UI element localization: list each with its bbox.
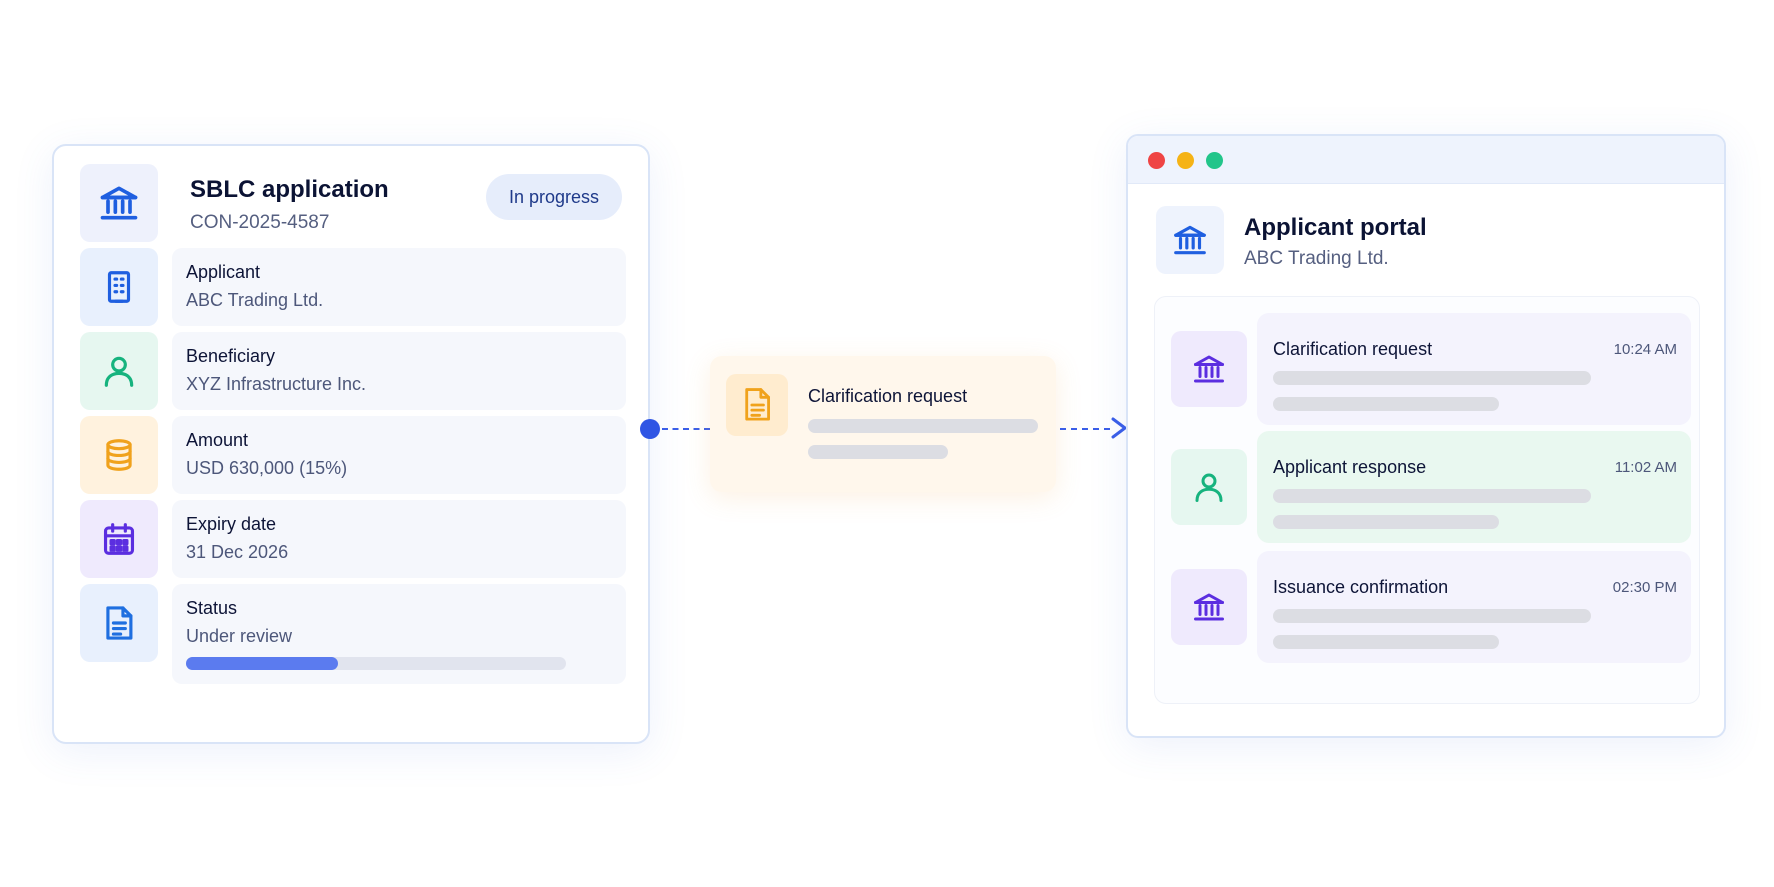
placeholder-line bbox=[1273, 635, 1499, 649]
progress-bar bbox=[186, 657, 566, 670]
progress-fill bbox=[186, 657, 338, 670]
document-icon bbox=[726, 374, 788, 436]
placeholder-line bbox=[808, 445, 948, 459]
field-label: Status bbox=[186, 598, 238, 618]
connector-line-left bbox=[662, 428, 710, 430]
field-label: Beneficiary bbox=[186, 346, 276, 366]
connector-line-right bbox=[1060, 428, 1110, 430]
event-box: Applicant response 11:02 AM bbox=[1257, 431, 1691, 543]
field-label: Expiry date bbox=[186, 514, 277, 534]
field-box: Applicant ABC Trading Ltd. bbox=[172, 248, 626, 326]
placeholder-line bbox=[808, 419, 1038, 433]
field-value: XYZ Infrastructure Inc. bbox=[186, 374, 367, 394]
field-box: Status Under review bbox=[172, 584, 626, 684]
portal-subtitle: ABC Trading Ltd. bbox=[1244, 248, 1389, 269]
event-time: 10:24 AM bbox=[1613, 341, 1677, 358]
window-titlebar bbox=[1128, 136, 1724, 184]
message-title: Clarification request bbox=[808, 386, 968, 406]
field-box: Amount USD 630,000 (15%) bbox=[172, 416, 626, 494]
bank-icon bbox=[1171, 331, 1247, 407]
clarification-message-card[interactable]: Clarification request bbox=[710, 356, 1056, 492]
close-window-button[interactable] bbox=[1148, 152, 1165, 169]
events-panel: Clarification request 10:24 AM Applicant… bbox=[1154, 296, 1700, 704]
placeholder-line bbox=[1273, 489, 1591, 503]
field-value: 31 Dec 2026 bbox=[186, 542, 289, 562]
event-title: Issuance confirmation bbox=[1273, 577, 1449, 597]
field-row-status: Status Under review bbox=[80, 584, 626, 684]
field-row-beneficiary: Beneficiary XYZ Infrastructure Inc. bbox=[80, 332, 626, 410]
coins-icon bbox=[80, 416, 158, 494]
building-icon bbox=[80, 248, 158, 326]
event-item[interactable]: Issuance confirmation 02:30 PM bbox=[1171, 551, 1691, 663]
field-row-amount: Amount USD 630,000 (15%) bbox=[80, 416, 626, 494]
placeholder-line bbox=[1273, 371, 1591, 385]
document-icon bbox=[80, 584, 158, 662]
portal-title: Applicant portal bbox=[1244, 214, 1427, 241]
placeholder-line bbox=[1273, 609, 1591, 623]
event-title: Clarification request bbox=[1273, 339, 1433, 359]
field-label: Applicant bbox=[186, 262, 261, 282]
event-box: Clarification request 10:24 AM bbox=[1257, 313, 1691, 425]
event-time: 02:30 PM bbox=[1612, 579, 1677, 596]
bank-icon bbox=[1171, 569, 1247, 645]
maximize-window-button[interactable] bbox=[1206, 152, 1223, 169]
connector-start-dot bbox=[640, 419, 660, 439]
person-icon bbox=[80, 332, 158, 410]
person-icon bbox=[1171, 449, 1247, 525]
application-reference: CON-2025-4587 bbox=[190, 212, 330, 233]
bank-icon bbox=[1156, 206, 1224, 274]
field-row-expiry-date: Expiry date 31 Dec 2026 bbox=[80, 500, 626, 578]
applicant-portal-window: Applicant portal ABC Trading Ltd. Clarif… bbox=[1126, 134, 1726, 738]
field-value: USD 630,000 (15%) bbox=[186, 458, 348, 478]
field-value: Under review bbox=[186, 626, 293, 646]
minimize-window-button[interactable] bbox=[1177, 152, 1194, 169]
status-badge: In progress bbox=[486, 174, 622, 220]
event-box: Issuance confirmation 02:30 PM bbox=[1257, 551, 1691, 663]
calendar-icon bbox=[80, 500, 158, 578]
application-title: SBLC application bbox=[190, 176, 389, 203]
event-item[interactable]: Applicant response 11:02 AM bbox=[1171, 431, 1691, 543]
placeholder-line bbox=[1273, 397, 1499, 411]
placeholder-line bbox=[1273, 515, 1499, 529]
event-item[interactable]: Clarification request 10:24 AM bbox=[1171, 313, 1691, 425]
event-time: 11:02 AM bbox=[1614, 459, 1677, 476]
field-value: ABC Trading Ltd. bbox=[186, 290, 324, 310]
bank-icon bbox=[80, 164, 158, 242]
sblc-application-card: SBLC application CON-2025-4587 In progre… bbox=[52, 144, 650, 744]
field-box: Expiry date 31 Dec 2026 bbox=[172, 500, 626, 578]
field-label: Amount bbox=[186, 430, 249, 450]
application-header: SBLC application CON-2025-4587 In progre… bbox=[80, 164, 622, 244]
field-row-applicant: Applicant ABC Trading Ltd. bbox=[80, 248, 626, 326]
event-title: Applicant response bbox=[1273, 457, 1427, 477]
field-box: Beneficiary XYZ Infrastructure Inc. bbox=[172, 332, 626, 410]
